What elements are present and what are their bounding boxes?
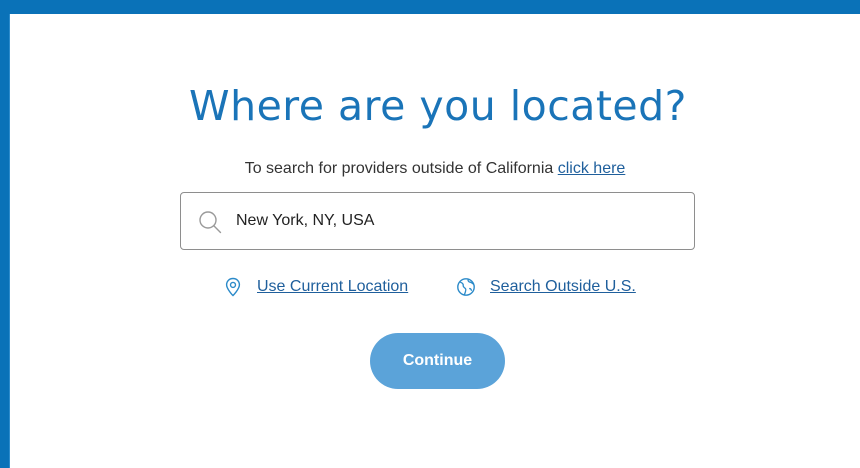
click-here-link[interactable]: click here bbox=[558, 160, 626, 177]
search-outside-us-link[interactable]: Search Outside U.S. bbox=[456, 277, 636, 297]
location-search-box[interactable] bbox=[180, 192, 695, 250]
use-current-location-link[interactable]: Use Current Location bbox=[223, 277, 408, 297]
location-search-input[interactable] bbox=[236, 193, 676, 249]
location-options: Use Current Location Search Outside U.S. bbox=[0, 277, 860, 299]
subtitle-text: To search for providers outside of Calif… bbox=[244, 160, 558, 177]
left-accent-bar bbox=[0, 0, 9, 468]
subtitle: To search for providers outside of Calif… bbox=[0, 160, 860, 178]
globe-icon bbox=[456, 277, 476, 297]
continue-button[interactable]: Continue bbox=[370, 333, 505, 389]
search-icon bbox=[198, 210, 222, 234]
page-title: Where are you located? bbox=[189, 82, 687, 130]
location-pin-icon bbox=[223, 277, 243, 297]
use-current-location-label: Use Current Location bbox=[257, 278, 409, 295]
location-page: Where are you located? To search for pro… bbox=[0, 0, 860, 468]
top-accent-bar bbox=[0, 0, 860, 14]
search-outside-us-label: Search Outside U.S. bbox=[490, 278, 636, 295]
